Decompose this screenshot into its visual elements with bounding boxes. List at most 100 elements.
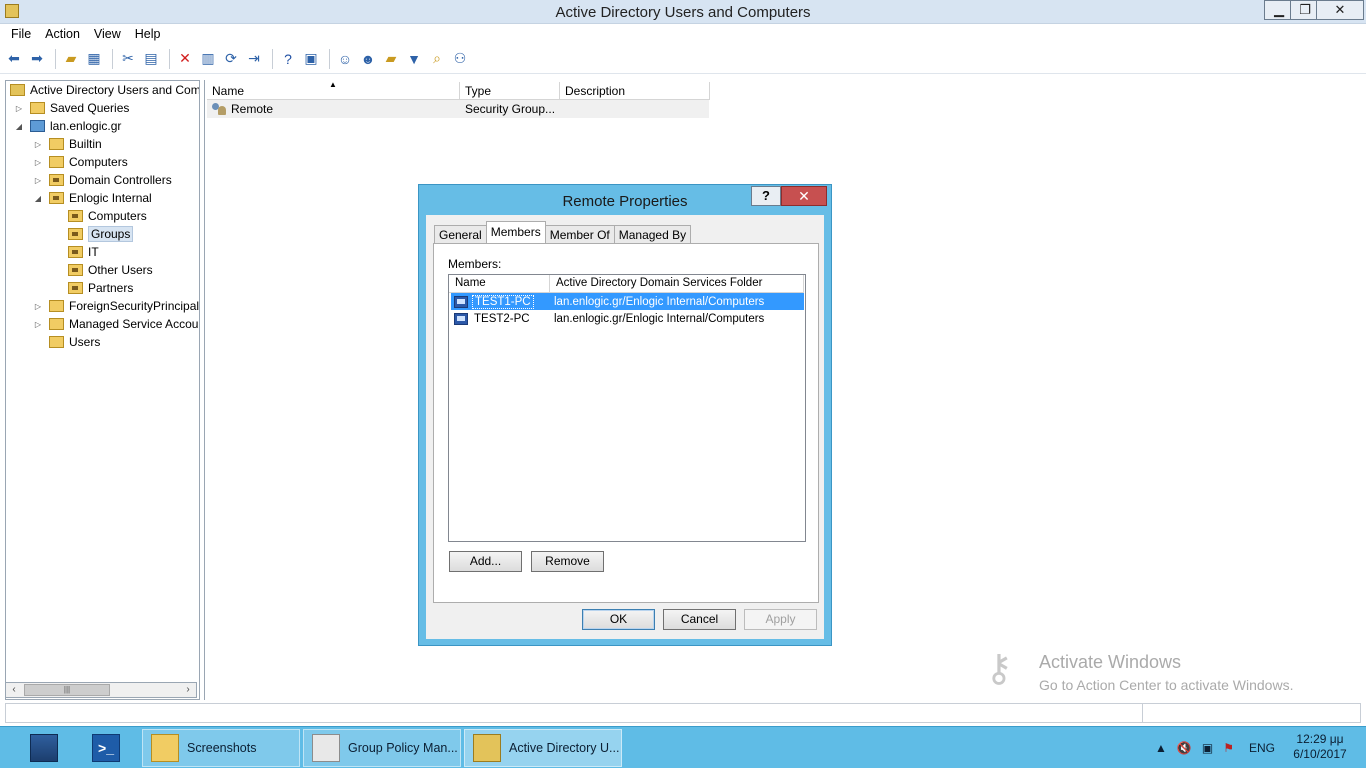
members-label: Members: [448,257,502,271]
tree-item-saved-queries[interactable]: ▷ Saved Queries [14,99,129,117]
back-arrow-icon[interactable]: ⬅ [4,49,24,69]
tree-item-other-users[interactable]: Other Users [68,261,153,279]
help-icon[interactable]: ? [278,49,298,69]
add-to-group-icon[interactable]: ⚇ [450,49,470,69]
menu-action[interactable]: Action [38,24,87,44]
up-folder-icon[interactable]: ▰ [61,49,81,69]
members-column-folder[interactable]: Active Directory Domain Services Folder [550,275,804,293]
tab-general[interactable]: General [434,225,487,243]
tree-item-computers[interactable]: ▷ Computers [33,153,128,171]
member-folder: lan.enlogic.gr/Enlogic Internal/Computer… [554,295,765,308]
server-manager-icon [30,734,58,762]
tab-managed-by[interactable]: Managed By [613,225,692,243]
new-ou-icon[interactable]: ▰ [381,49,401,69]
ou-icon [68,210,83,222]
tree-horizontal-scrollbar[interactable]: ‹ ||| › [5,682,197,698]
ok-button[interactable]: OK [582,609,655,630]
row-type: Security Group... [465,102,556,116]
watermark-title: Activate Windows [1039,652,1182,672]
close-button[interactable]: ✕ [1316,0,1364,20]
filter-icon[interactable]: ▼ [404,49,424,69]
dialog-close-button[interactable]: ✕ [781,186,827,206]
scroll-right-icon[interactable]: › [180,683,196,697]
action-center-icon[interactable]: ⚑ [1223,741,1234,755]
taskbar-active-directory[interactable]: Active Directory U... [464,729,622,767]
expand-arrow-icon[interactable]: ▷ [14,104,24,113]
expand-arrow-icon[interactable]: ▷ [33,320,43,329]
refresh-icon[interactable]: ⟳ [221,49,241,69]
tree-item-root[interactable]: Active Directory Users and Com [10,81,199,99]
scroll-left-icon[interactable]: ‹ [6,683,22,697]
tree-item-domain-controllers[interactable]: ▷ Domain Controllers [33,171,172,189]
menu-view[interactable]: View [87,24,128,44]
language-indicator[interactable]: ENG [1249,741,1275,755]
computer-icon [454,295,468,308]
new-user-icon[interactable]: ☺ [335,49,355,69]
members-list[interactable]: Name Active Directory Domain Services Fo… [448,274,806,542]
properties-icon[interactable]: ▥ [198,49,218,69]
scroll-thumb[interactable]: ||| [24,684,110,696]
cancel-button[interactable]: Cancel [663,609,736,630]
column-name[interactable]: Name ▲ [207,80,460,100]
collapse-arrow-icon[interactable]: ◢ [33,194,43,203]
add-button[interactable]: Add... [449,551,522,572]
clock[interactable]: 12:29 μμ 6/10/2017 [1285,732,1355,762]
member-row[interactable]: TEST1-PC lan.enlogic.gr/Enlogic Internal… [451,293,804,310]
export-list-icon[interactable]: ⇥ [244,49,264,69]
member-name: TEST2-PC [474,312,530,325]
computer-icon [454,312,468,325]
tab-member-of[interactable]: Member Of [544,225,615,243]
system-tray: ▲ 🔇 ▣ ⚑ ENG [1150,727,1280,768]
forward-arrow-icon[interactable]: ➡ [27,49,47,69]
tree-item-domain[interactable]: ◢ lan.enlogic.gr [14,117,121,135]
menu-file[interactable]: File [4,24,38,44]
ou-icon [49,192,64,204]
table-row[interactable]: Remote Security Group... [207,100,709,118]
clock-time: 12:29 μμ [1296,732,1344,746]
toolbar-separator [55,48,56,69]
dialog-help-button[interactable]: ? [751,186,781,206]
tab-members[interactable]: Members [485,221,546,243]
member-row[interactable]: TEST2-PC lan.enlogic.gr/Enlogic Internal… [451,310,804,327]
tree-item-foreign-security-principals[interactable]: ▷ ForeignSecurityPrincipals [33,297,199,315]
delete-icon[interactable]: ✕ [175,49,195,69]
taskbar-group-policy[interactable]: Group Policy Man... [303,729,461,767]
status-bar [5,703,1361,723]
console-tree[interactable]: Active Directory Users and Com ▷ Saved Q… [5,80,200,700]
expand-arrow-icon[interactable]: ▷ [33,176,43,185]
volume-muted-icon[interactable]: 🔇 [1177,741,1192,755]
cut-icon[interactable]: ✂ [118,49,138,69]
tree-item-enlogic-internal[interactable]: ◢ Enlogic Internal [33,189,152,207]
taskbar-powershell[interactable]: >_ [84,729,134,767]
tree-item-managed-service-accounts[interactable]: ▷ Managed Service Accour [33,315,199,333]
taskbar-screenshots[interactable]: Screenshots [142,729,300,767]
tree-item-it[interactable]: IT [68,243,99,261]
network-icon[interactable]: ▣ [1202,741,1213,755]
tree-item-enlogic-computers[interactable]: Computers [68,207,147,225]
domain-icon [30,120,45,132]
tree-item-builtin[interactable]: ▷ Builtin [33,135,102,153]
tree-item-partners[interactable]: Partners [68,279,133,297]
column-type[interactable]: Type [460,82,560,100]
show-hidden-icons-icon[interactable]: ▲ [1155,741,1167,755]
taskbar-server-manager[interactable] [22,729,72,767]
show-hide-tree-icon[interactable]: ▦ [84,49,104,69]
apply-button[interactable]: Apply [744,609,817,630]
tree-item-users[interactable]: Users [49,333,100,351]
expand-arrow-icon[interactable]: ▷ [33,140,43,149]
members-column-name[interactable]: Name [449,275,550,293]
menu-help[interactable]: Help [128,24,168,44]
find-icon[interactable]: ⌕ [427,49,447,69]
tree-item-groups[interactable]: Groups [68,225,134,243]
paste-icon[interactable]: ▤ [141,49,161,69]
remove-button[interactable]: Remove [531,551,604,572]
expand-arrow-icon[interactable]: ▷ [33,302,43,311]
new-group-icon[interactable]: ☻ [358,49,378,69]
collapse-arrow-icon[interactable]: ◢ [14,122,24,131]
expand-arrow-icon[interactable]: ▷ [33,158,43,167]
toolbar-separator [329,48,330,69]
activate-windows-watermark: ⚷ Activate Windows Go to Action Center t… [985,645,1325,695]
column-description[interactable]: Description [560,82,710,100]
tree-item-label: Builtin [69,137,102,151]
mmc-icon[interactable]: ▣ [301,49,321,69]
